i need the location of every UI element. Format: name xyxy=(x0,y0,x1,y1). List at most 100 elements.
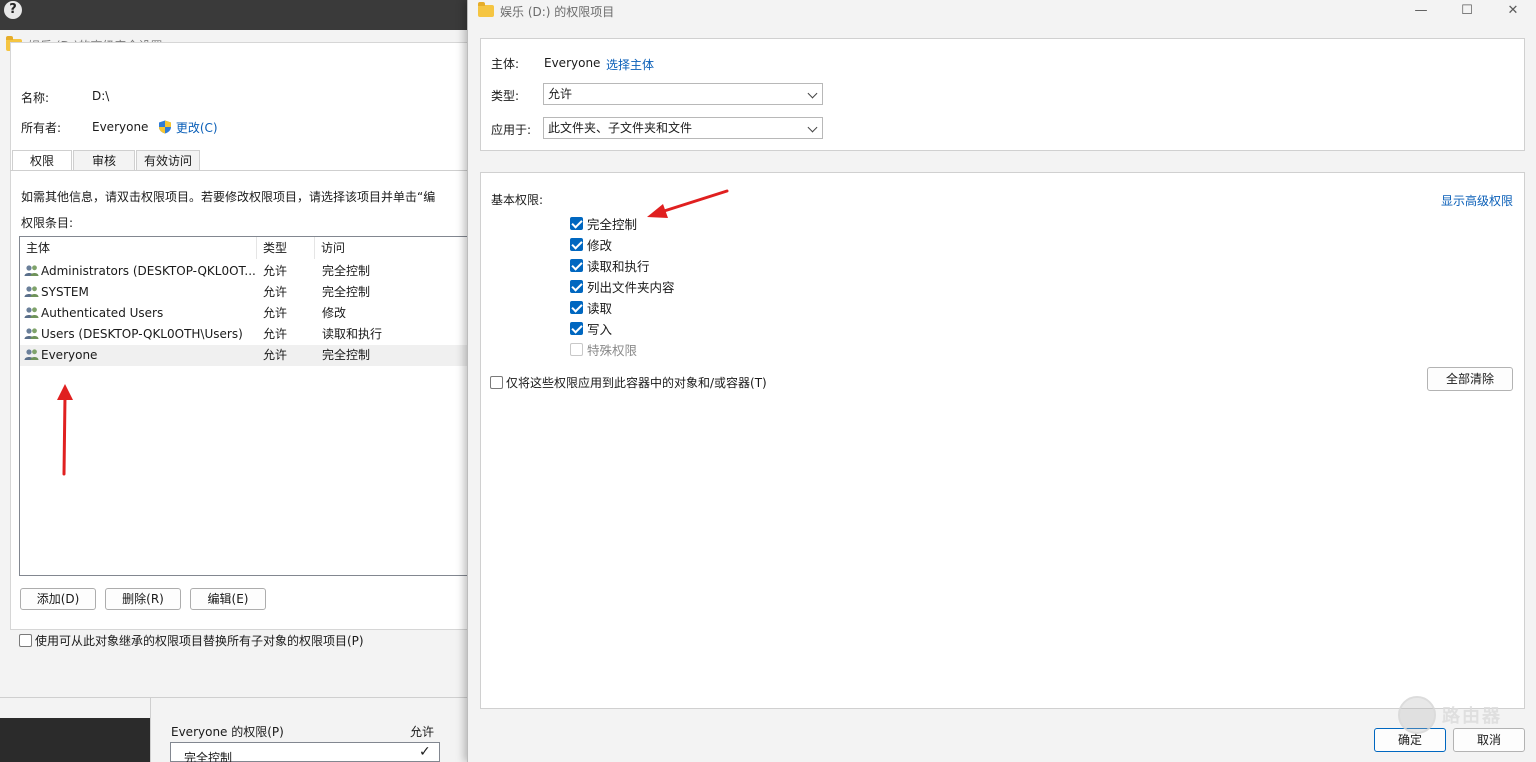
owner-value: Everyone xyxy=(92,120,149,134)
chevron-down-icon xyxy=(807,122,818,133)
allow-column-header: 允许 xyxy=(410,725,435,739)
table-row[interactable]: SYSTEM 允许 完全控制 xyxy=(20,282,480,303)
uac-shield-icon xyxy=(159,120,171,134)
dialog-title-bar: 娱乐 (D:) 的权限项目 xyxy=(478,2,615,19)
name-value: D:\ xyxy=(92,89,110,103)
type-dropdown[interactable]: 允许 xyxy=(543,83,823,105)
close-button[interactable]: ✕ xyxy=(1490,0,1536,22)
applies-to-value: 此文件夹、子文件夹和文件 xyxy=(548,121,693,135)
column-header-access[interactable]: 访问 xyxy=(315,237,480,259)
row-principal: Everyone xyxy=(41,348,98,362)
users-icon xyxy=(24,307,39,318)
checkbox-checked[interactable] xyxy=(570,258,583,272)
replace-child-permissions-checkbox[interactable]: 使用可从此对象继承的权限项目替换所有子对象的权限项目(P) xyxy=(19,632,364,649)
type-label: 类型: xyxy=(491,89,520,103)
tab-effective-access[interactable]: 有效访问 xyxy=(136,150,200,170)
applies-to-dropdown[interactable]: 此文件夹、子文件夹和文件 xyxy=(543,117,823,139)
show-advanced-permissions-link[interactable]: 显示高级权限 xyxy=(1441,192,1513,209)
permission-entries-list[interactable]: 主体 类型 访问 Administrators (DESKTOP-QKL0OT.… xyxy=(19,236,480,576)
permission-write[interactable]: 写入 xyxy=(570,319,612,337)
permission-special: 特殊权限 xyxy=(570,340,637,358)
principal-panel: 主体: Everyone 选择主体 类型: 允许 应用于: 此文件夹、子文件夹和… xyxy=(480,38,1525,151)
row-access: 读取和执行 xyxy=(322,327,383,341)
tab-permissions[interactable]: 权限 xyxy=(12,150,72,170)
folder-icon xyxy=(478,2,494,17)
red-arrow-up-annotation xyxy=(57,384,73,476)
checkbox-checked[interactable] xyxy=(570,321,583,335)
watermark-logo-icon xyxy=(1398,696,1436,734)
permission-list-folder[interactable]: 列出文件夹内容 xyxy=(570,277,675,295)
dialog-title: 娱乐 (D:) 的权限项目 xyxy=(500,4,615,19)
permission-label: 列出文件夹内容 xyxy=(587,279,675,295)
column-header-principal[interactable]: 主体 xyxy=(20,237,257,259)
apply-only-container-checkbox[interactable]: 仅将这些权限应用到此容器中的对象和/或容器(T) xyxy=(490,374,767,391)
permission-read[interactable]: 读取 xyxy=(570,298,612,316)
entries-label: 权限条目: xyxy=(21,216,74,230)
row-type: 允许 xyxy=(263,264,288,278)
tab-label: 权限 xyxy=(29,154,54,168)
row-type: 允许 xyxy=(263,348,288,362)
add-button[interactable]: 添加(D) xyxy=(20,588,96,610)
table-row-selected[interactable]: Everyone 允许 完全控制 xyxy=(20,345,480,366)
column-header-type[interactable]: 类型 xyxy=(257,237,315,259)
permission-modify[interactable]: 修改 xyxy=(570,235,612,253)
tab-auditing[interactable]: 审核 xyxy=(73,150,135,170)
table-row[interactable]: Users (DESKTOP-QKL0OTH\Users) 允许 读取和执行 xyxy=(20,324,480,345)
principal-value: Everyone xyxy=(544,56,601,70)
checkbox-checked[interactable] xyxy=(570,216,583,230)
change-owner-link[interactable]: 更改(C) xyxy=(158,119,218,136)
select-principal-link[interactable]: 选择主体 xyxy=(606,56,654,73)
clear-all-button[interactable]: 全部清除 xyxy=(1427,367,1513,391)
row-principal: Authenticated Users xyxy=(41,306,164,320)
allow-checkmark: ✓ xyxy=(419,744,431,760)
row-principal: Users (DESKTOP-QKL0OTH\Users) xyxy=(41,327,243,341)
permission-read-execute[interactable]: 读取和执行 xyxy=(570,256,650,274)
row-principal: Administrators (DESKTOP-QKL0OT... xyxy=(41,264,256,278)
checkbox-label: 使用可从此对象继承的权限项目替换所有子对象的权限项目(P) xyxy=(35,634,364,648)
everyone-permissions-label: Everyone 的权限(P) xyxy=(171,725,284,739)
name-label: 名称: xyxy=(21,91,50,105)
tab-label: 有效访问 xyxy=(143,154,192,168)
row-type: 允许 xyxy=(263,285,288,299)
checkbox-disabled xyxy=(570,342,583,356)
background-strip xyxy=(0,0,470,30)
users-icon xyxy=(24,286,39,297)
permission-label: 读取和执行 xyxy=(587,258,650,274)
checkbox-checked[interactable] xyxy=(570,300,583,314)
full-control-row-label: 完全控制 xyxy=(184,751,233,762)
owner-label: 所有者: xyxy=(21,121,62,135)
table-row[interactable]: Authenticated Users 允许 修改 xyxy=(20,303,480,324)
chevron-down-icon xyxy=(807,88,818,99)
checkbox-checked[interactable] xyxy=(570,237,583,251)
row-type: 允许 xyxy=(263,327,288,341)
permissions-table-partial: 完全控制 ✓ xyxy=(170,742,440,762)
type-dropdown-value: 允许 xyxy=(548,87,573,101)
users-icon xyxy=(24,349,39,360)
maximize-button[interactable]: ☐ xyxy=(1444,0,1490,22)
minimize-button[interactable]: — xyxy=(1398,0,1444,22)
checkbox-box[interactable] xyxy=(490,376,503,389)
tab-label: 审核 xyxy=(91,154,116,168)
checkbox-box[interactable] xyxy=(19,634,32,647)
table-row[interactable]: Administrators (DESKTOP-QKL0OT... 允许 完全控… xyxy=(20,261,480,282)
checkbox-label: 仅将这些权限应用到此容器中的对象和/或容器(T) xyxy=(506,376,767,390)
permission-label: 完全控制 xyxy=(587,216,638,232)
users-icon xyxy=(24,265,39,276)
change-link-label: 更改(C) xyxy=(175,121,218,135)
row-type: 允许 xyxy=(263,306,288,320)
red-arrow-annotation xyxy=(647,189,729,218)
permission-full-control[interactable]: 完全控制 xyxy=(570,214,637,232)
permission-label: 特殊权限 xyxy=(587,342,638,358)
basic-permissions-panel: 基本权限: 显示高级权限 完全控制 修改 读取和执行 列出文件夹内容 读取 写入… xyxy=(480,172,1525,709)
background-window-edge xyxy=(0,698,150,718)
remove-button[interactable]: 删除(R) xyxy=(105,588,181,610)
row-principal: SYSTEM xyxy=(41,285,89,299)
row-access: 完全控制 xyxy=(322,285,371,299)
permission-entry-dialog: 娱乐 (D:) 的权限项目 — ☐ ✕ 主体: Everyone 选择主体 类型… xyxy=(467,0,1536,762)
help-icon[interactable]: ? xyxy=(4,1,22,19)
edit-button[interactable]: 编辑(E) xyxy=(190,588,266,610)
applies-to-label: 应用于: xyxy=(491,123,532,137)
row-access: 完全控制 xyxy=(322,264,371,278)
checkbox-checked[interactable] xyxy=(570,279,583,293)
principal-label: 主体: xyxy=(491,57,520,71)
